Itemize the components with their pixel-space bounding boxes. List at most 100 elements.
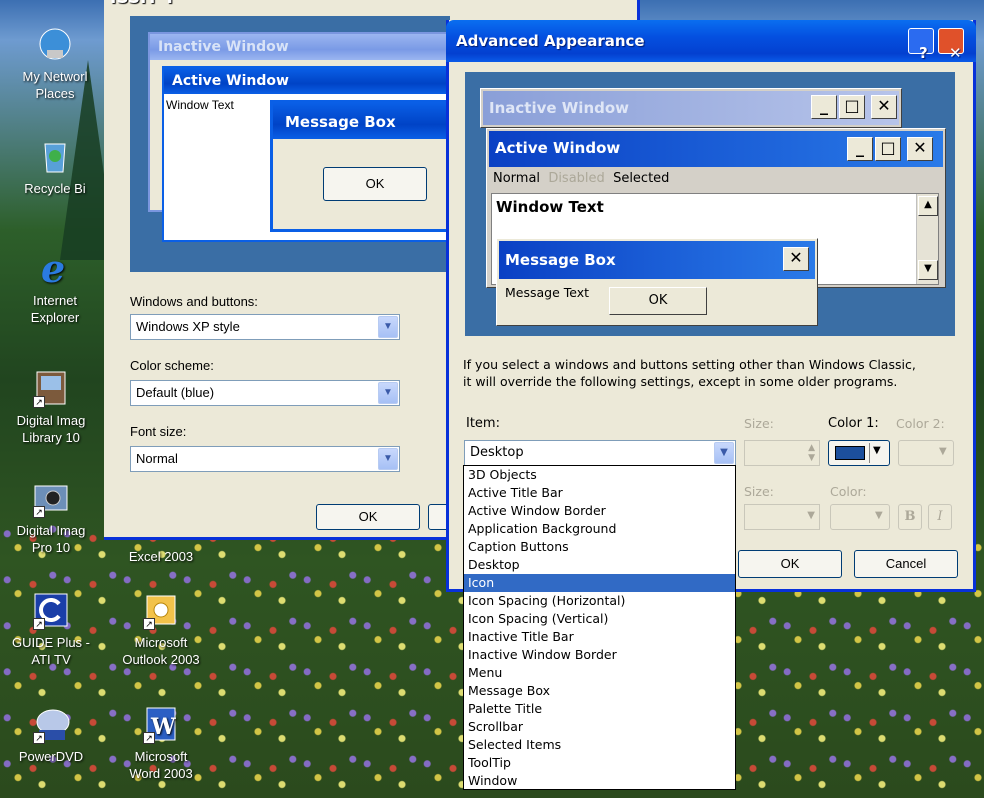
advanced-appearance-titlebar: Advanced Appearance ? ✕	[446, 20, 976, 62]
item-select[interactable]: Desktop ▼	[464, 440, 736, 466]
desktop-icon-digital-image-library[interactable]: ↗ Digital Imag Library 10	[2, 368, 100, 446]
size-spinner[interactable]: ▲ ▼	[744, 440, 820, 466]
desktop-icon-internet-explorer[interactable]: e Internet Explorer	[6, 246, 104, 326]
adv-message-title: Message Box	[505, 251, 616, 269]
desktop-icon-recycle-bin[interactable]: Recycle Bi	[6, 136, 104, 197]
bold-button[interactable]: B	[898, 504, 922, 530]
preview-active-title: Active Window	[164, 68, 450, 94]
adv-active-title: Active Window	[495, 139, 621, 157]
shortcut-arrow-icon: ↗	[143, 618, 155, 630]
list-item[interactable]: Palette Title	[464, 700, 735, 718]
size-label: Size:	[744, 416, 774, 431]
desktop-icon-label: Explorer	[30, 310, 80, 325]
preview-window-text: Window Text	[166, 98, 234, 112]
desktop-icon-label: Recycle Bi	[24, 181, 86, 196]
shortcut-arrow-icon: ↗	[33, 732, 45, 744]
item-select-value: Desktop	[470, 445, 524, 460]
maximize-icon: □	[839, 95, 865, 119]
font-size-select[interactable]: Normal ▼	[130, 446, 400, 472]
list-item[interactable]: 3D Objects	[464, 466, 735, 484]
adv-window-text: Window Text	[496, 198, 604, 216]
list-item[interactable]: Active Title Bar	[464, 484, 735, 502]
word-icon: W ↗	[141, 704, 181, 744]
font-color-picker[interactable]: ▼	[830, 504, 890, 530]
list-item[interactable]: Scrollbar	[464, 718, 735, 736]
color2-picker[interactable]: ▼	[898, 440, 954, 466]
font-size-label: Font size:	[130, 424, 187, 439]
font-size-label: Size:	[744, 484, 774, 499]
list-item[interactable]: Message Box	[464, 682, 735, 700]
menu-disabled: Disabled	[548, 171, 605, 186]
windows-buttons-select[interactable]: Windows XP style ▼	[130, 314, 400, 340]
color1-label: Color 1:	[828, 416, 879, 431]
shortcut-arrow-icon: ↗	[33, 618, 45, 630]
shortcut-arrow-icon: ↗	[143, 732, 155, 744]
spinner-up-down-icon[interactable]: ▲ ▼	[808, 443, 815, 463]
desktop-icon-digital-image-pro[interactable]: ↗ Digital Imag Pro 10	[2, 478, 100, 556]
desktop-icon-powerdvd[interactable]: ↗ PowerDVD	[2, 704, 100, 765]
ok-button[interactable]: OK	[738, 550, 842, 578]
dialog-title: Advanced Appearance	[456, 32, 645, 50]
list-item[interactable]: Icon Spacing (Horizontal)	[464, 592, 735, 610]
chevron-down-icon: ▼	[875, 510, 883, 521]
desktop-icon-label: Excel 2003	[128, 549, 194, 564]
internet-explorer-icon: e	[35, 246, 75, 291]
cancel-button[interactable]: Cancel	[854, 550, 958, 578]
list-item[interactable]: Application Background	[464, 520, 735, 538]
info-text: If you select a windows and buttons sett…	[463, 356, 916, 390]
recycle-bin-icon	[35, 136, 75, 176]
color2-label: Color 2:	[896, 416, 945, 431]
adv-message-text: Message Text	[505, 285, 590, 300]
list-item[interactable]: Inactive Window Border	[464, 646, 735, 664]
list-item[interactable]: Selected Items	[464, 736, 735, 754]
color-scheme-select[interactable]: Default (blue) ▼	[130, 380, 400, 406]
list-item[interactable]: ToolTip	[464, 754, 735, 772]
desktop-icon-label: Microsoft	[134, 635, 188, 650]
chevron-down-icon: ▼	[873, 445, 881, 456]
desktop-icon-network-places[interactable]: My Networl Places	[6, 24, 104, 102]
separator	[869, 443, 870, 463]
desktop-icon-outlook[interactable]: ↗ Microsoft Outlook 2003	[112, 590, 210, 668]
preview-message-box-title: Message Box	[273, 103, 457, 139]
desktop-icon-label: Digital Imag	[16, 523, 86, 538]
chevron-down-icon[interactable]: ▼	[378, 316, 398, 338]
list-item[interactable]: Active Window Border	[464, 502, 735, 520]
desktop-icon-label: Microsoft	[134, 749, 188, 764]
desktop-icon-label: ATI TV	[31, 652, 71, 667]
desktop-icon-label: GUIDE Plus -	[11, 635, 90, 650]
ok-button[interactable]: OK	[316, 504, 420, 530]
font-size-value: Normal	[136, 451, 178, 466]
list-item[interactable]: Window	[464, 772, 735, 790]
menu-selected: Selected	[613, 171, 670, 186]
network-places-icon	[35, 24, 75, 64]
italic-button[interactable]: I	[928, 504, 952, 530]
desktop-icon-word[interactable]: W ↗ Microsoft Word 2003	[112, 704, 210, 782]
chevron-down-icon[interactable]: ▼	[378, 448, 398, 470]
chevron-down-icon: ▼	[807, 510, 815, 521]
scroll-up-icon: ▲	[918, 196, 938, 216]
color1-swatch	[835, 446, 865, 460]
desktop-icon-guide-plus[interactable]: ↗ GUIDE Plus - ATI TV	[2, 590, 100, 668]
list-item[interactable]: Icon Spacing (Vertical)	[464, 610, 735, 628]
adv-preview-ok-button: OK	[609, 287, 707, 315]
list-item[interactable]: Desktop	[464, 556, 735, 574]
list-item[interactable]: Caption Buttons	[464, 538, 735, 556]
item-dropdown-list[interactable]: 3D Objects Active Title Bar Active Window …	[463, 465, 736, 790]
list-item[interactable]: Inactive Title Bar	[464, 628, 735, 646]
desktop-icon-label: Library 10	[22, 430, 80, 445]
close-icon: ✕	[907, 137, 933, 161]
close-button[interactable]: ✕	[938, 28, 964, 62]
chevron-down-icon[interactable]: ▼	[714, 442, 734, 464]
desktop-icon-label: Internet	[32, 293, 78, 308]
info-text-line: If you select a windows and buttons sett…	[463, 357, 916, 372]
list-item[interactable]: Menu	[464, 664, 735, 682]
color1-picker[interactable]: ▼	[828, 440, 890, 466]
close-icon: ✕	[783, 247, 809, 271]
font-size-select[interactable]: ▼	[744, 504, 820, 530]
desktop-icon-excel[interactable]: Excel 2003	[112, 548, 210, 565]
list-item[interactable]: Icon	[464, 574, 735, 592]
minimize-icon: _	[847, 137, 873, 161]
chevron-down-icon[interactable]: ▼	[378, 382, 398, 404]
help-button[interactable]: ?	[908, 28, 934, 62]
shortcut-arrow-icon: ↗	[33, 506, 45, 518]
